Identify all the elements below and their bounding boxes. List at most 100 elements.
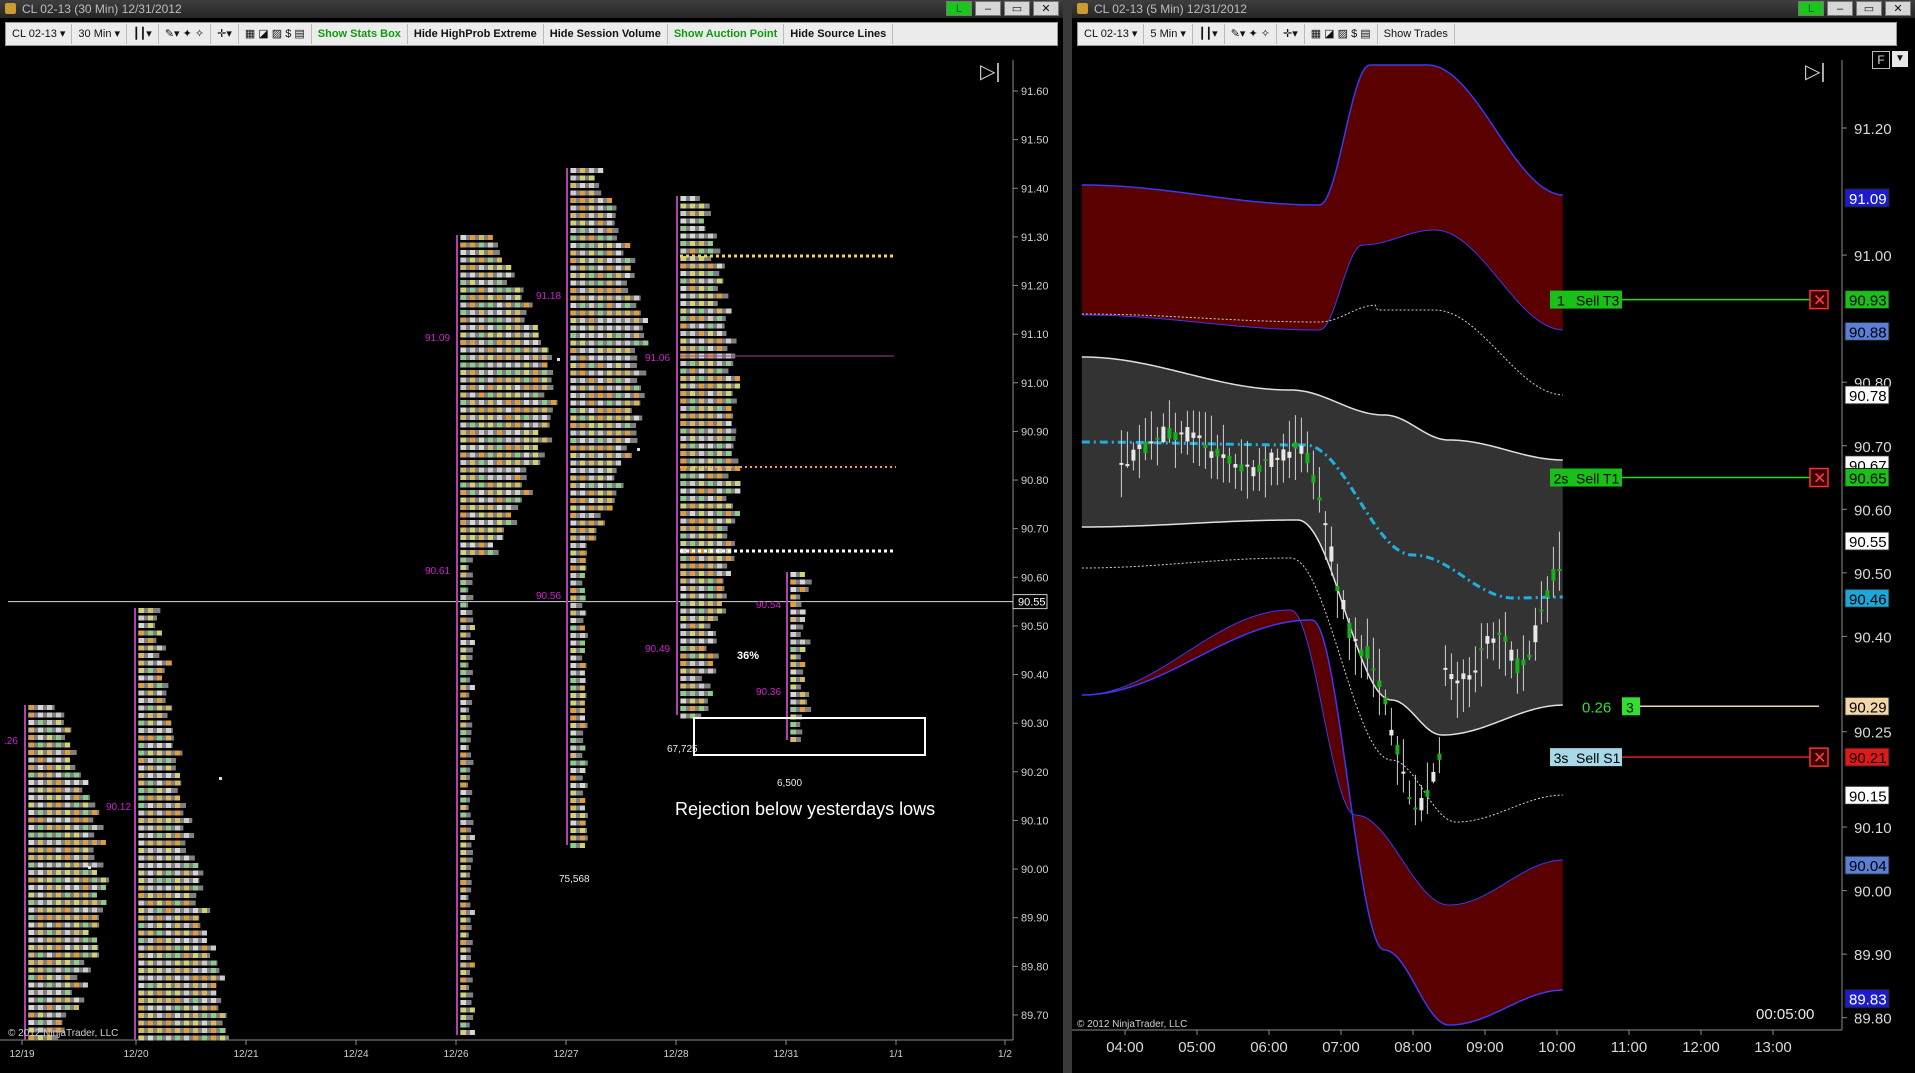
tpo-letter <box>139 870 144 876</box>
price-tag-label: 90.55 <box>1849 534 1887 551</box>
tpo-letter <box>515 317 520 323</box>
tpo-letter <box>470 467 475 473</box>
tpo-letter <box>29 802 34 808</box>
candle-body <box>1527 654 1532 658</box>
tpo-letter <box>690 293 695 299</box>
candle-body <box>1503 636 1508 642</box>
tpo-letter <box>699 263 704 269</box>
tpo-letter <box>571 663 576 668</box>
market-profile-chart[interactable]: 91.6091.5091.4091.3091.2091.1091.0090.90… <box>0 0 1063 1073</box>
tpo-letter <box>598 460 603 466</box>
tpo-letter <box>139 788 144 793</box>
tpo-letter <box>607 228 612 233</box>
tpo-letter <box>690 706 695 711</box>
tpo-letter <box>524 422 529 428</box>
tpo-letter <box>139 615 144 621</box>
tpo-letter <box>65 765 70 770</box>
tpo-letter <box>166 720 171 726</box>
tpo-letter <box>56 712 61 718</box>
tpo-letter <box>690 578 695 584</box>
tpo-letter <box>56 810 61 815</box>
tpo-letter <box>708 391 713 396</box>
tpo-letter <box>193 968 198 973</box>
tpo-letter <box>83 817 88 823</box>
tpo-letter <box>157 645 162 651</box>
tpo-letter <box>717 473 722 479</box>
tpo-letter <box>598 168 603 173</box>
tpo-letter <box>690 473 695 479</box>
tpo-letter <box>580 805 585 811</box>
tpo-letter <box>571 445 576 451</box>
tpo-letter <box>690 436 695 441</box>
tpo-letter <box>148 758 153 763</box>
tpo-letter <box>56 1012 61 1018</box>
tpo-letter <box>571 483 576 488</box>
tpo-letter <box>65 772 70 778</box>
tpo-letter <box>607 303 612 308</box>
tpo-letter <box>515 287 520 293</box>
tpo-letter <box>616 280 621 286</box>
tpo-letter <box>184 938 189 943</box>
tpo-letter <box>65 960 70 965</box>
tpo-letter <box>616 333 621 338</box>
tpo-letter <box>497 497 502 503</box>
tpo-letter <box>148 945 153 951</box>
tpo-profile <box>456 235 558 1035</box>
tpo-letter <box>681 436 686 441</box>
tpo-letter <box>681 473 686 479</box>
tpo-letter <box>791 617 796 622</box>
tpo-letter <box>461 407 466 413</box>
price-tick-label: 90.25 <box>1854 725 1892 742</box>
tpo-letter <box>625 258 630 263</box>
tpo-letter <box>47 877 52 883</box>
tpo-letter <box>708 361 713 366</box>
tpo-letter <box>634 340 639 346</box>
tpo-letter <box>598 445 603 451</box>
tpo-letter <box>139 983 144 988</box>
candle-body <box>1545 590 1550 598</box>
tpo-letter <box>461 1030 466 1035</box>
tpo-letter <box>470 325 475 330</box>
tpo-letter <box>92 870 97 875</box>
candle-body <box>1419 797 1424 811</box>
tpo-letter <box>726 511 731 516</box>
tpo-letter <box>690 286 695 291</box>
tpo-letter <box>74 780 79 785</box>
tpo-letter <box>202 930 207 936</box>
tpo-letter <box>506 287 511 293</box>
tpo-letter <box>166 818 171 823</box>
tpo-letter <box>497 400 502 405</box>
tpo-letter <box>139 795 144 801</box>
tpo-letter <box>202 1020 207 1026</box>
tpo-letter <box>148 623 153 628</box>
tpo-letter <box>488 430 493 435</box>
tpo-letter <box>139 855 144 861</box>
tpo-letter <box>791 699 796 705</box>
tpo-letter <box>726 503 731 509</box>
tpo-letter <box>571 588 576 593</box>
tpo-letter <box>56 967 61 973</box>
tpo-letter <box>708 331 713 336</box>
price-chart[interactable]: ▷|91.2091.0090.8090.7090.6090.5090.4090.… <box>1072 0 1915 1073</box>
tpo-letter <box>47 765 52 770</box>
date-tick-label: 12/21 <box>233 1049 258 1060</box>
tpo-letter <box>699 458 704 464</box>
tpo-letter <box>607 378 612 383</box>
tpo-letter <box>488 347 493 353</box>
tpo-letter <box>690 263 695 269</box>
tpo-letter <box>589 318 594 323</box>
tpo-letter <box>488 505 493 510</box>
tpo-letter <box>38 757 43 763</box>
tpo-letter <box>47 750 52 755</box>
tpo-letter <box>56 832 61 838</box>
time-tick-label: 04:00 <box>1106 1039 1144 1056</box>
tpo-letter <box>690 616 695 621</box>
date-tick-label: 12/20 <box>123 1049 148 1060</box>
tpo-letter <box>791 639 796 645</box>
window-splitter[interactable] <box>1063 0 1072 1073</box>
tpo-letter <box>708 413 713 419</box>
tpo-letter <box>616 430 621 436</box>
tpo-letter <box>524 407 529 413</box>
candle-body <box>1443 667 1448 670</box>
tpo-letter <box>580 693 585 698</box>
